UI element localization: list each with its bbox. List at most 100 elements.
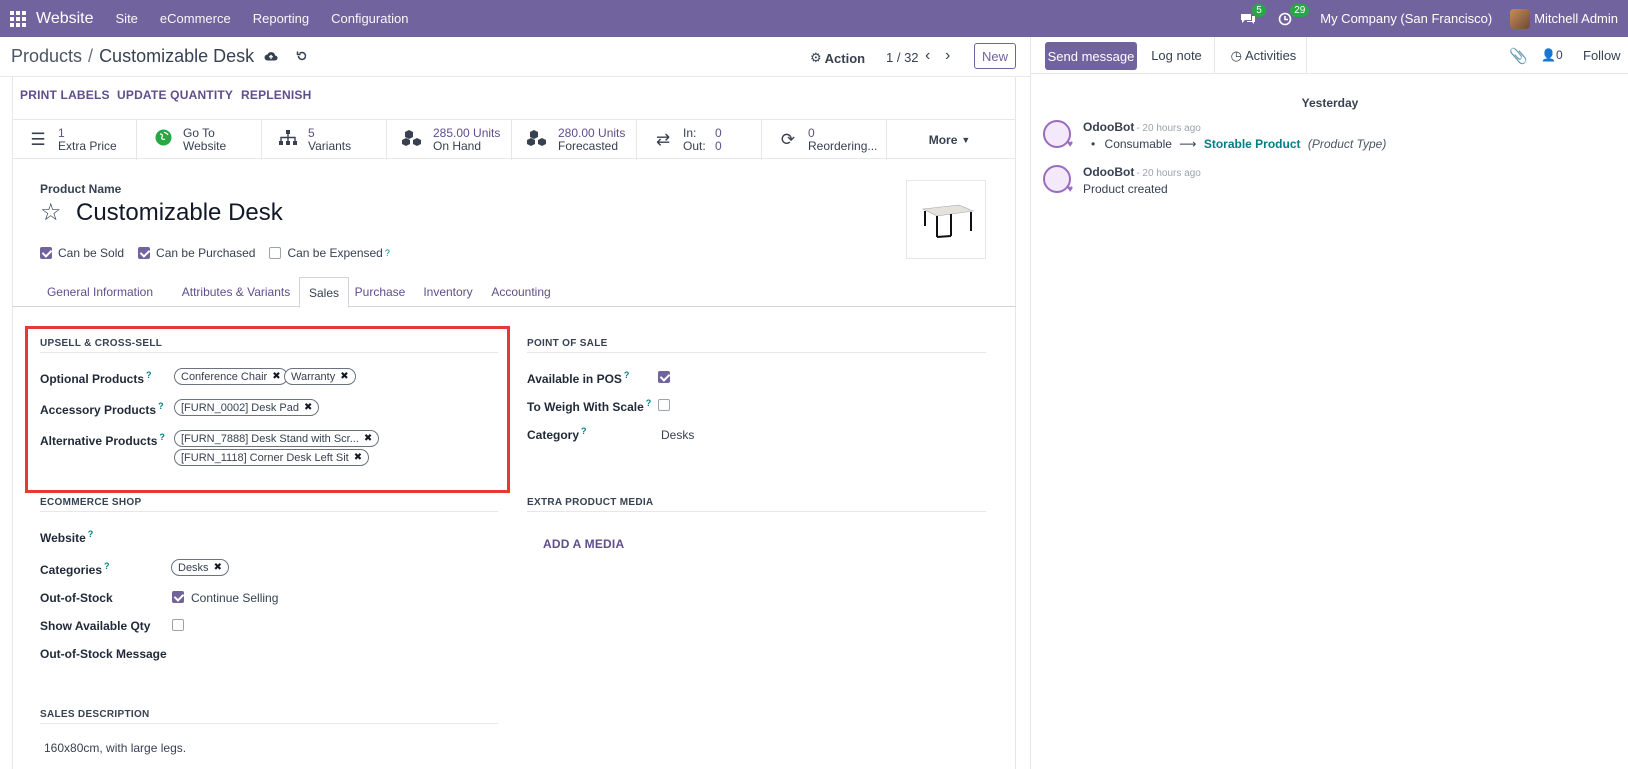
activities-label: Activities — [1245, 48, 1297, 63]
in-out-button[interactable]: ⇄ In: 0 Out: 0 — [637, 120, 762, 160]
user-icon: 👤 — [1541, 48, 1556, 62]
paperclip-icon[interactable]: 📎 — [1509, 47, 1528, 65]
add-media-button[interactable]: ADD A MEDIA — [543, 537, 624, 551]
show-available-qty-checkbox[interactable] — [172, 619, 184, 631]
message-body: • Consumable ⟶ Storable Product (Product… — [1083, 137, 1386, 151]
notebook-tabs: General Information Attributes & Variant… — [12, 277, 1016, 308]
forecasted-label: Forecasted — [558, 139, 619, 153]
chatter-toolbar: Send message Log note ◷ Activities 📎 👤0 … — [1031, 37, 1628, 74]
caret-down-icon: ▼ — [961, 135, 971, 145]
discard-icon[interactable] — [296, 49, 308, 65]
on-hand-button[interactable]: 285.00 Units On Hand — [387, 120, 512, 160]
user-menu[interactable]: Mitchell Admin — [1534, 11, 1618, 26]
variants-button[interactable]: 5 Variants — [262, 120, 387, 160]
clock-icon: ◷ — [1230, 47, 1243, 63]
followers-button[interactable]: 👤0 — [1541, 48, 1563, 62]
activities-count-badge: 29 — [1290, 3, 1310, 17]
menu-ecommerce[interactable]: eCommerce — [160, 11, 231, 26]
menu-configuration[interactable]: Configuration — [331, 11, 408, 26]
list-icon: ☰ — [30, 130, 46, 149]
desk-image — [921, 204, 975, 238]
category-tag[interactable]: Desks ✖ — [171, 559, 229, 576]
can-be-sold-checkbox[interactable]: Can be Sold — [40, 246, 124, 260]
extra-price-button[interactable]: ☰ 1 Extra Price — [12, 120, 137, 160]
print-labels-button[interactable]: PRINT LABELS — [20, 88, 110, 102]
to-weigh-checkbox[interactable] — [658, 399, 670, 411]
action-menu-button[interactable]: ⚙ Action — [810, 50, 865, 66]
pager-value[interactable]: 1 / 32 — [886, 50, 919, 65]
tab-attributes-variants[interactable]: Attributes & Variants — [172, 277, 300, 307]
message-author[interactable]: OdooBot - 20 hours ago — [1083, 165, 1201, 179]
message-time: - 20 hours ago — [1136, 168, 1201, 179]
breadcrumb: Products / Customizable Desk — [11, 46, 308, 67]
activities-button[interactable]: 29 — [1278, 3, 1310, 26]
update-quantity-button[interactable]: UPDATE QUANTITY — [117, 88, 233, 102]
tab-purchase[interactable]: Purchase — [354, 277, 406, 307]
exchange-icon: ⇄ — [655, 130, 671, 149]
reordering-button[interactable]: ⟳ 0 Reordering... — [762, 120, 887, 160]
company-switcher[interactable]: My Company (San Francisco) — [1320, 11, 1492, 26]
go-to-website-button[interactable]: Go To Website — [137, 120, 262, 160]
checkbox-empty-icon — [269, 247, 282, 259]
send-message-button[interactable]: Send message — [1045, 42, 1137, 70]
out-of-stock-label: Out-of-Stock — [40, 591, 113, 605]
on-hand-label: On Hand — [433, 139, 482, 153]
can-be-expensed-checkbox[interactable]: Can be Expensed? — [269, 246, 390, 260]
help-icon[interactable]: ? — [624, 370, 630, 380]
tab-accounting[interactable]: Accounting — [487, 277, 555, 307]
messages-count-badge: 5 — [1252, 3, 1266, 17]
sales-description-title: SALES DESCRIPTION — [40, 709, 498, 724]
followers-count: 0 — [1555, 48, 1563, 62]
tab-sales[interactable]: Sales — [299, 277, 349, 308]
action-label: Action — [824, 50, 866, 66]
tab-inventory[interactable]: Inventory — [420, 277, 476, 307]
app-brand[interactable]: Website — [36, 10, 94, 28]
help-icon[interactable]: ? — [646, 398, 652, 408]
breadcrumb-separator: / — [88, 46, 94, 66]
website-label: Website? — [40, 529, 94, 545]
remove-tag-icon[interactable]: ✖ — [214, 562, 222, 573]
star-icon[interactable]: ☆ — [40, 198, 62, 227]
pos-category-field[interactable]: Desks — [661, 428, 694, 442]
arrow-right-icon: ⟶ — [1179, 137, 1197, 151]
menu-reporting[interactable]: Reporting — [253, 11, 309, 26]
forecasted-button[interactable]: 280.00 Units Forecasted — [512, 120, 637, 160]
cloud-upload-icon[interactable] — [264, 49, 278, 65]
help-icon[interactable]: ? — [581, 426, 587, 436]
can-be-purchased-checkbox[interactable]: Can be Purchased — [138, 246, 255, 260]
categories-label: Categories? — [40, 561, 110, 577]
messages-button[interactable]: 5 — [1240, 3, 1266, 26]
help-icon[interactable]: ? — [88, 529, 94, 539]
ecommerce-section-title: ECOMMERCE SHOP — [40, 497, 498, 512]
user-avatar[interactable] — [1510, 8, 1531, 29]
more-button[interactable]: More ▼ — [887, 120, 1012, 160]
activities-button[interactable]: ◷ Activities — [1221, 37, 1307, 74]
menu-site[interactable]: Site — [116, 11, 138, 26]
chevron-left-icon[interactable]: ‹ — [925, 47, 930, 65]
help-icon[interactable]: ? — [385, 248, 390, 258]
apps-menu-icon[interactable] — [0, 10, 36, 27]
chevron-right-icon[interactable]: › — [945, 47, 950, 65]
message-author[interactable]: OdooBot - 20 hours ago — [1083, 120, 1201, 134]
replenish-button[interactable]: REPLENISH — [241, 88, 311, 102]
to-weigh-label: To Weigh With Scale? — [527, 398, 652, 414]
product-name-field[interactable]: Customizable Desk — [76, 199, 283, 227]
show-available-qty-label: Show Available Qty — [40, 619, 151, 633]
media-section-title: EXTRA PRODUCT MEDIA — [527, 497, 986, 512]
available-in-pos-checkbox[interactable] — [658, 371, 670, 383]
help-icon[interactable]: ? — [104, 561, 110, 571]
tab-general-information[interactable]: General Information — [40, 277, 160, 307]
odoobot-avatar — [1043, 165, 1073, 195]
product-name-label: Product Name — [40, 182, 122, 196]
product-image[interactable] — [906, 180, 986, 259]
cubes-forecast-icon — [526, 129, 550, 152]
breadcrumb-products[interactable]: Products — [11, 46, 82, 67]
continue-selling-checkbox[interactable] — [172, 591, 184, 603]
out-of-stock-message-label: Out-of-Stock Message — [40, 647, 167, 661]
log-note-button[interactable]: Log note — [1139, 37, 1215, 74]
new-button[interactable]: New — [974, 43, 1016, 69]
gear-icon: ⚙ — [810, 50, 822, 65]
follow-button[interactable]: Follow — [1583, 48, 1621, 63]
sales-description-field[interactable]: 160x80cm, with large legs. — [44, 741, 186, 755]
cubes-icon — [401, 129, 425, 152]
